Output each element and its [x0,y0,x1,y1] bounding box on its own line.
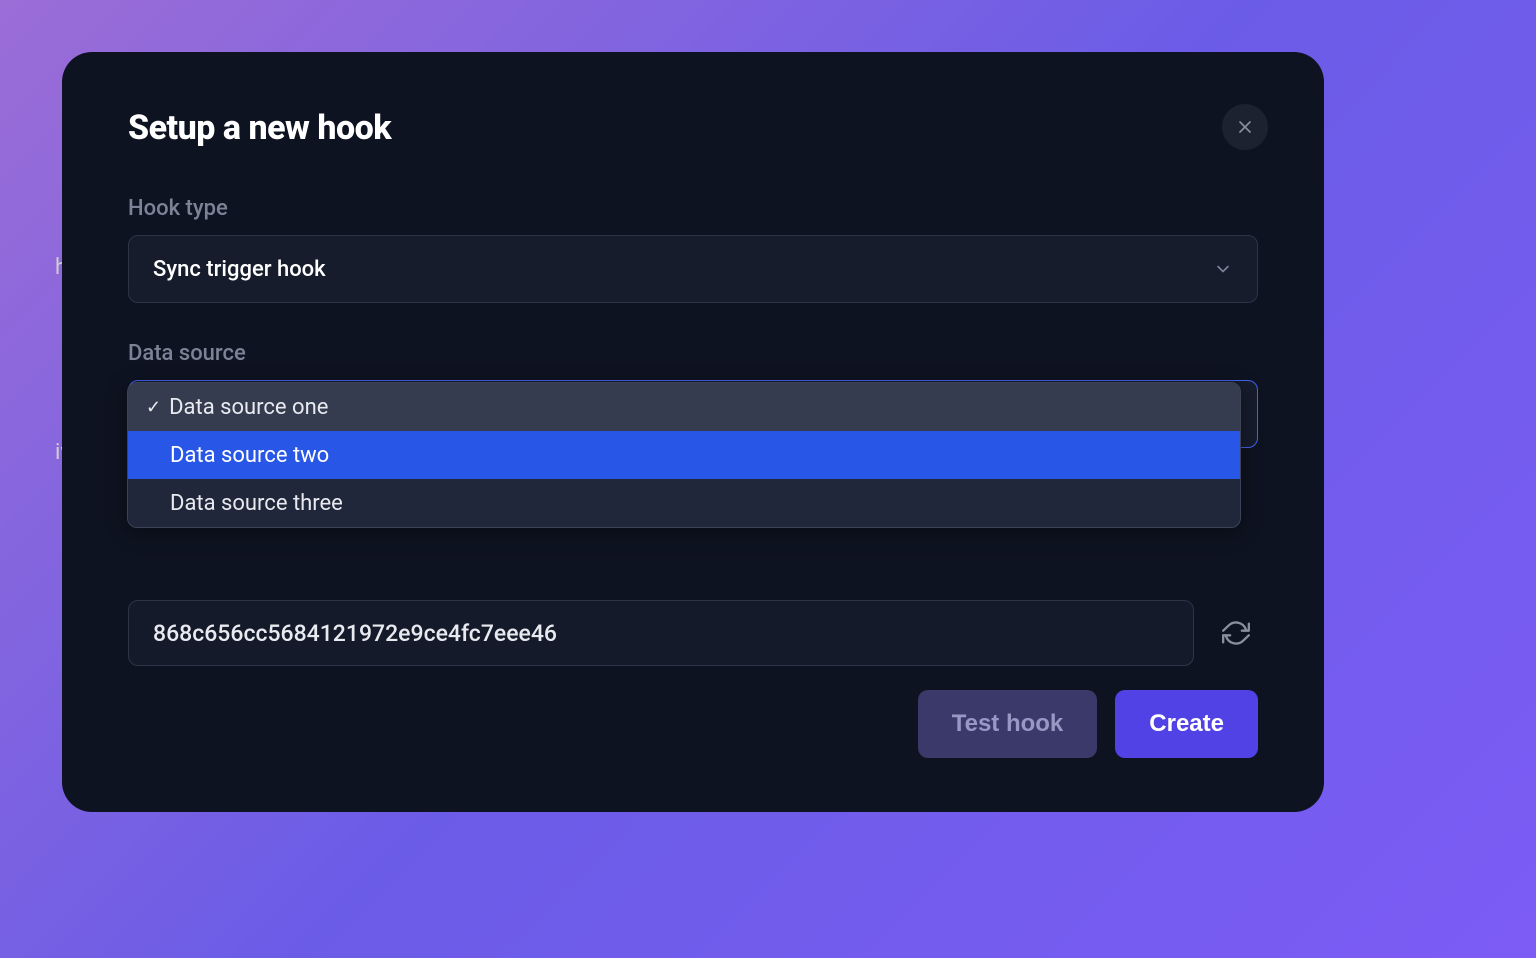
chevron-down-icon [1213,259,1233,279]
hook-type-field: Hook type Sync trigger hook [128,196,1258,303]
token-value: 868c656cc5684121972e9ce4fc7eee46 [153,620,557,647]
data-source-dropdown: Data source one Data source two Data sou… [127,382,1241,528]
dropdown-option-two[interactable]: Data source two [128,431,1240,479]
setup-hook-modal: Setup a new hook Hook type Sync trigger … [62,52,1324,812]
close-button[interactable] [1222,104,1268,150]
dropdown-option-one[interactable]: Data source one [128,383,1240,431]
data-source-field: Data source Data source one Data source … [128,341,1258,448]
dropdown-option-three[interactable]: Data source three [128,479,1240,527]
token-input[interactable]: 868c656cc5684121972e9ce4fc7eee46 [128,600,1194,666]
refresh-token-button[interactable] [1214,611,1258,655]
hook-type-label: Hook type [128,196,1258,221]
modal-actions: Test hook Create [918,690,1258,758]
test-hook-button[interactable]: Test hook [918,690,1098,758]
close-icon [1235,117,1255,137]
token-row: 868c656cc5684121972e9ce4fc7eee46 [128,600,1258,666]
hook-type-select[interactable]: Sync trigger hook [128,235,1258,303]
modal-title: Setup a new hook [128,108,1258,148]
data-source-label: Data source [128,341,1258,366]
hook-type-value: Sync trigger hook [153,257,326,282]
create-button[interactable]: Create [1115,690,1258,758]
refresh-icon [1222,619,1250,647]
